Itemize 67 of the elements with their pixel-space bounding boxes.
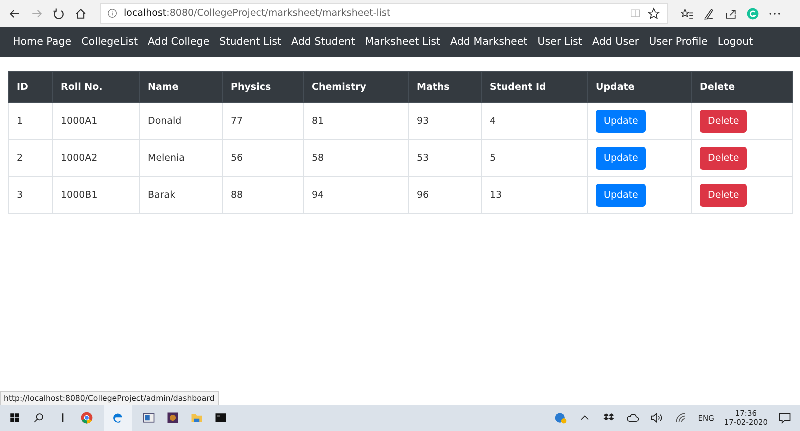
notification-icon[interactable] xyxy=(778,411,792,425)
column-header: Update xyxy=(588,72,692,102)
update-button[interactable]: Update xyxy=(596,184,646,206)
refresh-icon[interactable] xyxy=(52,6,66,20)
column-header: Chemistry xyxy=(304,72,408,102)
table-cell: 13 xyxy=(482,176,588,214)
table-cell: 3 xyxy=(8,176,52,214)
table-cell: 56 xyxy=(222,140,304,176)
table-cell: 53 xyxy=(408,140,482,176)
column-header: Student Id xyxy=(482,72,588,102)
nav-link[interactable]: CollegeList xyxy=(82,36,138,48)
table-cell: 5 xyxy=(482,140,588,176)
home-icon[interactable] xyxy=(74,6,88,20)
app-icon[interactable] xyxy=(166,411,180,425)
column-header: Maths xyxy=(408,72,482,102)
nav-link[interactable]: Home Page xyxy=(13,36,72,48)
table-cell: 1000A1 xyxy=(52,102,140,140)
nav-link[interactable]: Logout xyxy=(718,36,754,48)
column-header: Physics xyxy=(222,72,304,102)
table-cell: Melenia xyxy=(140,140,222,176)
windows-start-icon[interactable] xyxy=(8,411,22,425)
delete-button[interactable]: Delete xyxy=(700,184,748,206)
update-button[interactable]: Update xyxy=(596,146,646,170)
nav-link[interactable]: Add Student xyxy=(291,36,356,48)
address-bar[interactable]: localhost:8080/CollegeProject/marksheet/marksheet-list xyxy=(100,3,668,24)
nav-link[interactable]: Add User xyxy=(592,36,640,48)
table-cell: 88 xyxy=(222,176,304,214)
table-cell: 94 xyxy=(304,176,408,214)
url-text: localhost:8080/CollegeProject/marksheet/marksheet-list xyxy=(124,8,391,19)
table-cell: 81 xyxy=(304,102,408,140)
table-cell: 1000B1 xyxy=(52,176,140,214)
favorites-icon[interactable] xyxy=(680,6,694,20)
speaker-icon[interactable] xyxy=(650,411,664,425)
nav-link[interactable]: Add College xyxy=(148,36,210,48)
nav-link[interactable]: User List xyxy=(538,36,582,48)
wifi-icon[interactable] xyxy=(674,411,688,425)
table-cell: 4 xyxy=(482,102,588,140)
table-cell: Barak xyxy=(140,176,222,214)
info-icon xyxy=(107,8,118,19)
table-cell: 1000A2 xyxy=(52,140,140,176)
star-icon[interactable] xyxy=(647,6,661,20)
table-cell: 1 xyxy=(8,102,52,140)
window-app-icon[interactable] xyxy=(142,411,156,425)
nav-link[interactable]: Student List xyxy=(220,36,282,48)
table-cell: 58 xyxy=(304,140,408,176)
delete-button[interactable]: Delete xyxy=(700,146,748,170)
terminal-icon[interactable] xyxy=(214,411,228,425)
pen-icon[interactable] xyxy=(702,6,716,20)
table-cell: 96 xyxy=(408,176,482,214)
table-cell: 77 xyxy=(222,102,304,140)
edge-taskbar-button[interactable] xyxy=(104,405,132,431)
nav-link[interactable]: Marksheet List xyxy=(365,36,440,48)
nav-link[interactable]: User Profile xyxy=(649,36,708,48)
search-icon[interactable] xyxy=(32,411,46,425)
column-header: Roll No. xyxy=(52,72,140,102)
table-cell: 2 xyxy=(8,140,52,176)
table-cell: 93 xyxy=(408,102,482,140)
nav-link[interactable]: Add Marksheet xyxy=(450,36,528,48)
chrome-icon[interactable] xyxy=(80,411,94,425)
cloud-icon[interactable] xyxy=(626,411,640,425)
edge-icon xyxy=(111,411,125,425)
column-header: Delete xyxy=(692,72,792,102)
column-header: ID xyxy=(8,72,52,102)
delete-button[interactable]: Delete xyxy=(700,110,748,132)
update-button[interactable]: Update xyxy=(596,110,646,132)
table-cell: Donald xyxy=(140,102,222,140)
column-header: Name xyxy=(140,72,222,102)
